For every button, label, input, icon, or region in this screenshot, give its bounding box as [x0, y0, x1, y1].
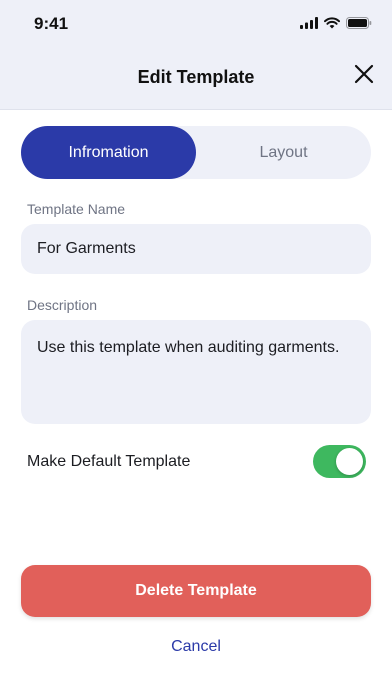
wifi-icon — [324, 16, 340, 34]
header-area: 9:41 Edit Template — [0, 0, 392, 110]
delete-template-label: Delete Template — [135, 582, 257, 599]
cellular-signal-icon — [300, 16, 318, 34]
delete-template-button[interactable]: Delete Template — [21, 565, 371, 617]
status-time: 9:41 — [34, 14, 69, 33]
description-value: Use this template when auditing garments… — [37, 339, 340, 356]
template-name-field[interactable]: For Garments — [21, 224, 371, 274]
status-bar: 9:41 — [0, 0, 392, 46]
close-button[interactable] — [352, 64, 376, 88]
page-title: Edit Template — [137, 67, 255, 87]
template-name-value: For Garments — [37, 240, 136, 257]
close-icon — [354, 64, 374, 89]
toggle-knob — [336, 448, 363, 475]
tab-layout[interactable]: Layout — [196, 126, 371, 179]
default-template-label: Make Default Template — [27, 453, 191, 470]
status-icons — [300, 16, 372, 34]
segmented-control: Infromation Layout — [21, 126, 371, 179]
description-field[interactable]: Use this template when auditing garments… — [21, 320, 371, 424]
description-label: Description — [27, 297, 98, 313]
template-name-label: Template Name — [27, 201, 126, 217]
battery-icon — [346, 16, 372, 34]
cancel-button[interactable]: Cancel — [0, 638, 392, 656]
tab-information[interactable]: Infromation — [21, 126, 196, 179]
default-template-toggle[interactable] — [313, 445, 366, 478]
